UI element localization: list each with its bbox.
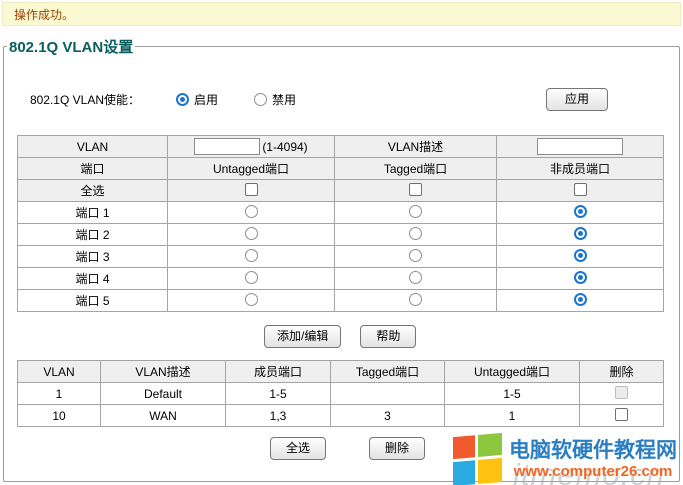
select-all-nonmember-checkbox[interactable] (574, 183, 587, 196)
col-delete: 删除 (580, 361, 664, 383)
radio-disabled-icon[interactable] (254, 93, 267, 106)
vlan-id-label: VLAN (18, 136, 168, 158)
flag-tile-blue (453, 460, 475, 485)
port-column-header: 端口 (18, 158, 168, 180)
vlan-id-cell: 1 (18, 383, 101, 405)
vlan-desc-input[interactable] (537, 138, 623, 155)
vlan-list-header-row: VLAN VLAN描述 成员端口 Tagged端口 Untagged端口 删除 (18, 361, 664, 383)
windows-flag-icon (453, 433, 502, 485)
port-row: 端口 2 (18, 224, 664, 246)
status-message-text: 操作成功。 (14, 6, 74, 23)
vlan-list-table: VLAN VLAN描述 成员端口 Tagged端口 Untagged端口 删除 … (17, 360, 664, 427)
select-all-button[interactable]: 全选 (270, 437, 326, 460)
panel-title: 802.1Q VLAN设置 (7, 36, 135, 57)
port-5-untagged-radio[interactable] (245, 293, 258, 306)
list-actions: 全选 删除 (270, 437, 425, 460)
site-name: 电脑软硬件教程网 (509, 439, 677, 463)
add-edit-button[interactable]: 添加/编辑 (264, 325, 341, 348)
select-all-untagged-checkbox[interactable] (245, 183, 258, 196)
vlan-id-input[interactable] (194, 138, 260, 155)
tagged-column-header: Tagged端口 (335, 158, 497, 180)
port-row: 端口 4 (18, 268, 664, 290)
port-2-nonmember-radio[interactable] (574, 227, 587, 240)
vlan-row: 10 WAN 1,3 3 1 (18, 405, 664, 427)
help-button[interactable]: 帮助 (360, 325, 416, 348)
port-4-untagged-radio[interactable] (245, 271, 258, 284)
untagged-column-header: Untagged端口 (168, 158, 335, 180)
select-all-row: 全选 (18, 180, 664, 202)
port-4-tagged-radio[interactable] (409, 271, 422, 284)
vlan-enable-label: 802.1Q VLAN使能： (0, 91, 140, 108)
vlan-desc-cell: WAN (101, 405, 226, 427)
port-3-untagged-radio[interactable] (245, 249, 258, 262)
port-4-nonmember-radio[interactable] (574, 271, 587, 284)
port-row: 端口 1 (18, 202, 664, 224)
port-1-nonmember-radio[interactable] (574, 205, 587, 218)
delete-vlan-10-checkbox[interactable] (615, 408, 628, 421)
col-desc: VLAN描述 (101, 361, 226, 383)
config-vlan-row: VLAN (1-4094) VLAN描述 (18, 136, 664, 158)
page: 操作成功。 802.1Q VLAN设置 802.1Q VLAN使能： 启用 禁用… (0, 0, 683, 485)
port-2-untagged-radio[interactable] (245, 227, 258, 240)
port-row: 端口 3 (18, 246, 664, 268)
vlan-config-table: VLAN (1-4094) VLAN描述 端口 Untagged端口 Tagge… (17, 135, 664, 312)
vlan-desc-cell: Default (101, 383, 226, 405)
brand-text: 电脑软硬件教程网 www.computer26.com (509, 439, 677, 480)
port-1-tagged-radio[interactable] (409, 205, 422, 218)
disable-option-label: 禁用 (272, 91, 296, 108)
port-row: 端口 5 (18, 290, 664, 312)
select-all-tagged-checkbox[interactable] (409, 183, 422, 196)
port-5-tagged-radio[interactable] (409, 293, 422, 306)
port-3-nonmember-radio[interactable] (574, 249, 587, 262)
port-2-tagged-radio[interactable] (409, 227, 422, 240)
vlan-row: 1 Default 1-5 1-5 (18, 383, 664, 405)
port-5-nonmember-radio[interactable] (574, 293, 587, 306)
flag-tile-yellow (478, 458, 502, 484)
col-untagged: Untagged端口 (445, 361, 580, 383)
vlan-members-cell: 1-5 (226, 383, 331, 405)
flag-tile-green (478, 433, 502, 457)
col-vlan: VLAN (18, 361, 101, 383)
vlan-id-cell: 10 (18, 405, 101, 427)
site-url: www.computer26.com (514, 463, 673, 480)
enable-option-label: 启用 (194, 91, 218, 108)
site-branding: 电脑软硬件教程网 www.computer26.com (453, 435, 677, 484)
vlan-untagged-cell: 1 (445, 405, 580, 427)
flag-tile-red (453, 435, 475, 459)
port-1-untagged-radio[interactable] (245, 205, 258, 218)
enable-option[interactable]: 启用 (176, 91, 218, 108)
port-5-label: 端口 5 (18, 290, 168, 312)
config-column-header-row: 端口 Untagged端口 Tagged端口 非成员端口 (18, 158, 664, 180)
port-3-label: 端口 3 (18, 246, 168, 268)
radio-enabled-icon[interactable] (176, 93, 189, 106)
vlan-desc-label: VLAN描述 (335, 136, 497, 158)
delete-vlan-1-checkbox (615, 386, 628, 399)
port-2-label: 端口 2 (18, 224, 168, 246)
vlan-tagged-cell (331, 383, 445, 405)
status-message-bar: 操作成功。 (2, 2, 681, 26)
vlan-members-cell: 1,3 (226, 405, 331, 427)
port-1-label: 端口 1 (18, 202, 168, 224)
col-members: 成员端口 (226, 361, 331, 383)
vlan-range-hint: (1-4094) (262, 140, 307, 154)
col-tagged: Tagged端口 (331, 361, 445, 383)
vlan-tagged-cell: 3 (331, 405, 445, 427)
select-all-label: 全选 (18, 180, 168, 202)
port-3-tagged-radio[interactable] (409, 249, 422, 262)
nonmember-column-header: 非成员端口 (497, 158, 664, 180)
disable-option[interactable]: 禁用 (254, 91, 296, 108)
port-4-label: 端口 4 (18, 268, 168, 290)
config-actions: 添加/编辑 帮助 (264, 325, 416, 348)
vlan-untagged-cell: 1-5 (445, 383, 580, 405)
delete-button[interactable]: 删除 (369, 437, 425, 460)
apply-button[interactable]: 应用 (546, 88, 608, 111)
